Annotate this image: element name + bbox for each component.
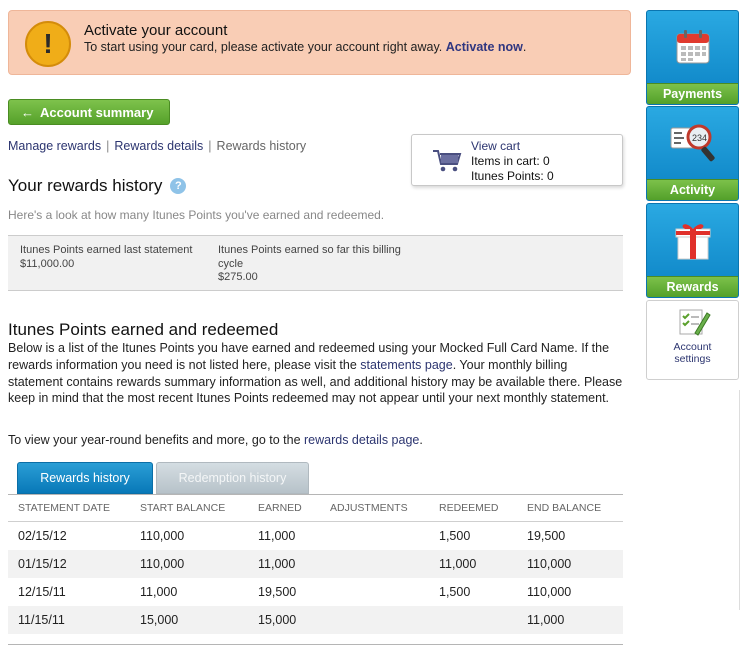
col-statement-date: STATEMENT DATE [18, 502, 110, 514]
alert-title: Activate your account [84, 22, 228, 39]
alert-message: To start using your card, please activat… [84, 40, 527, 54]
help-icon[interactable]: ? [170, 178, 187, 194]
rail-payments-button[interactable]: Payments [646, 10, 739, 105]
table-bottom-rule [8, 644, 623, 645]
gift-icon [675, 224, 710, 260]
tab-redemption-history[interactable]: Redemption history [156, 462, 309, 494]
items-in-cart: Items in cart: 0 [471, 154, 550, 168]
manage-rewards-link[interactable]: Manage rewards [8, 139, 101, 153]
table-row: 01/15/12 110,000 11,000 11,000 110,000 [8, 550, 623, 578]
activation-alert: ! Activate your account To start using y… [8, 10, 631, 75]
rail-account-settings-label-2: settings [674, 353, 711, 365]
rail-rewards-label: Rewards [647, 276, 738, 297]
account-summary-button[interactable]: ← Account summary [8, 99, 170, 125]
view-cart-link[interactable]: View cart [471, 139, 520, 153]
col-start-balance: START BALANCE [140, 502, 226, 514]
rewards-details-page-link[interactable]: rewards details page [304, 433, 419, 447]
rail-background [645, 390, 740, 610]
table-row: 12/15/11 11,000 19,500 1,500 110,000 [18, 585, 572, 599]
page-title: Your rewards history ? [8, 176, 187, 196]
rewards-subnav: Manage rewards | Rewards details | Rewards h… [8, 139, 307, 153]
table-row: 11/15/11 15,000 15,000 11,000 [8, 606, 623, 634]
shopping-cart-icon[interactable] [432, 149, 462, 173]
col-redeemed: REDEEMED [439, 502, 499, 514]
cycle-points: Itunes Points earned so far this billing… [218, 244, 401, 283]
exclamation-icon: ! [25, 21, 71, 67]
rail-activity-button[interactable]: 234 Activity [646, 106, 739, 201]
points-summary: Itunes Points earned last statement $11,… [8, 235, 623, 291]
magnifier-icon: 234 [670, 124, 715, 162]
col-adjustments: ADJUSTMENTS [330, 502, 408, 514]
tab-rewards-history[interactable]: Rewards history [17, 462, 153, 494]
table-row: 02/15/12 110,000 11,000 1,500 19,500 [18, 529, 566, 543]
rail-payments-label: Payments [647, 83, 738, 104]
earned-description: Below is a list of the Itunes Points you… [8, 341, 623, 406]
arrow-left-icon: ← [21, 104, 34, 120]
col-earned: EARNED [258, 502, 302, 514]
benefits-note: To view your year-round benefits and mor… [8, 433, 423, 447]
account-summary-label: Account summary [40, 104, 154, 120]
right-rail-nav: Payments 234 Activity Rewards Account se… [645, 0, 755, 610]
rail-activity-label: Activity [647, 179, 738, 200]
statements-page-link[interactable]: statements page [360, 358, 452, 372]
rail-account-settings-label-1: Account [673, 341, 712, 353]
table-header: STATEMENT DATE START BALANCE EARNED ADJU… [8, 495, 623, 522]
history-intro: Here's a look at how many Itunes Points … [8, 208, 385, 222]
rewards-details-link[interactable]: Rewards details [114, 139, 203, 153]
rewards-history-current: Rewards history [216, 139, 307, 153]
calendar-icon [676, 30, 709, 64]
earned-heading: Itunes Points earned and redeemed [8, 320, 279, 339]
cart-widget: View cart Items in cart: 0 Itunes Points… [411, 134, 623, 186]
col-end-balance: END BALANCE [527, 502, 602, 514]
settings-checklist-icon [679, 309, 711, 336]
last-statement-points: Itunes Points earned last statement $11,… [20, 244, 193, 270]
rail-account-settings-button[interactable]: Account settings [646, 300, 739, 380]
svg-text:234: 234 [692, 133, 707, 143]
activate-now-link[interactable]: Activate now [446, 40, 523, 54]
rail-rewards-button[interactable]: Rewards [646, 203, 739, 298]
rewards-history-table: STATEMENT DATE START BALANCE EARNED ADJU… [8, 495, 623, 634]
cart-points: Itunes Points: 0 [471, 169, 554, 183]
